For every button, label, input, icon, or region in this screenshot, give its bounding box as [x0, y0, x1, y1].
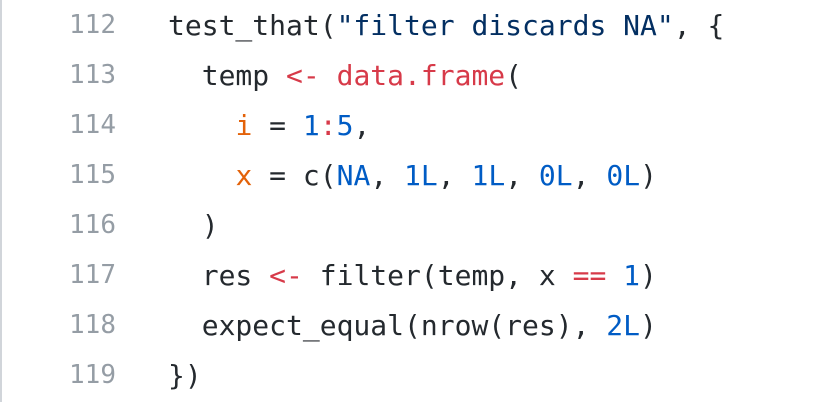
- line-number[interactable]: 118: [50, 310, 116, 340]
- code-line: 116 ): [0, 200, 836, 250]
- code-line: 112 test_that("filter discards NA", {: [0, 0, 836, 50]
- code-token-plain: test_that(: [168, 8, 337, 42]
- line-code: ): [168, 209, 219, 242]
- code-token-plain: ,: [505, 158, 539, 192]
- code-token-const: NA: [336, 158, 371, 192]
- code-line: 119}): [0, 350, 836, 400]
- code-line: 114 i = 1:5,: [0, 100, 836, 150]
- line-number[interactable]: 112: [50, 10, 116, 40]
- code-token-plain: ): [640, 308, 657, 342]
- code-line: 115 x = c(NA, 1L, 1L, 0L, 0L): [0, 150, 836, 200]
- code-token-num: 0L: [538, 158, 573, 192]
- code-token-kw: ==: [572, 258, 607, 292]
- code-token-num: 1: [302, 108, 320, 142]
- code-token-num: 1L: [404, 158, 438, 192]
- code-token-plain: res: [201, 258, 270, 292]
- code-token-plain: , {: [673, 8, 725, 42]
- line-code: i = 1:5,: [168, 109, 370, 142]
- code-token-plain: ): [640, 258, 657, 292]
- code-token-arg: x: [235, 158, 253, 192]
- code-token-str: "filter discards NA": [336, 8, 674, 42]
- code-view: 112 test_that("filter discards NA", { 113 …: [0, 0, 836, 402]
- code-token-plain: filter(temp, x: [302, 258, 573, 292]
- line-number[interactable]: 117: [50, 260, 116, 290]
- code-token-num: 0L: [606, 158, 641, 192]
- line-code: expect_equal(nrow(res), 2L): [168, 309, 657, 342]
- code-token-num: 1: [623, 258, 641, 292]
- code-token-plain: =: [252, 108, 303, 142]
- code-token-plain: expect_equal(nrow(res),: [201, 308, 607, 342]
- code-token-num: 2L: [606, 308, 641, 342]
- code-token-plain: = c(: [252, 158, 337, 192]
- code-token-kw: :: [319, 108, 337, 142]
- code-token-kw: <-: [286, 58, 320, 92]
- line-number[interactable]: 119: [50, 360, 116, 390]
- code-token-plain: (: [505, 58, 523, 92]
- line-code: temp <- data.frame(: [168, 59, 522, 92]
- code-token-plain: }): [168, 358, 202, 392]
- code-token-plain: temp: [201, 58, 287, 92]
- line-number[interactable]: 116: [50, 210, 116, 240]
- code-token-plain: ,: [370, 158, 405, 192]
- code-token-num: 1L: [471, 158, 506, 192]
- code-token-plain: ): [640, 158, 657, 192]
- code-token-fn: data.frame: [336, 58, 506, 92]
- code-token-plain: ,: [437, 158, 472, 192]
- line-number[interactable]: 115: [50, 160, 116, 190]
- code-token-kw: <-: [269, 258, 303, 292]
- code-line: 118 expect_equal(nrow(res), 2L): [0, 300, 836, 350]
- line-number[interactable]: 113: [50, 60, 116, 90]
- code-token-num: 5: [336, 108, 354, 142]
- code-line: 113 temp <- data.frame(: [0, 50, 836, 100]
- line-code: res <- filter(temp, x == 1): [168, 259, 657, 292]
- code-token-plain: ,: [353, 108, 371, 142]
- code-token-arg: i: [235, 108, 253, 142]
- line-code: test_that("filter discards NA", {: [168, 9, 724, 42]
- code-token-plain: ): [201, 208, 219, 242]
- line-code: x = c(NA, 1L, 1L, 0L, 0L): [168, 158, 657, 192]
- line-number[interactable]: 114: [50, 110, 116, 140]
- code-line: 117 res <- filter(temp, x == 1): [0, 250, 836, 300]
- code-token-plain: ,: [572, 158, 607, 192]
- line-code: }): [168, 359, 202, 392]
